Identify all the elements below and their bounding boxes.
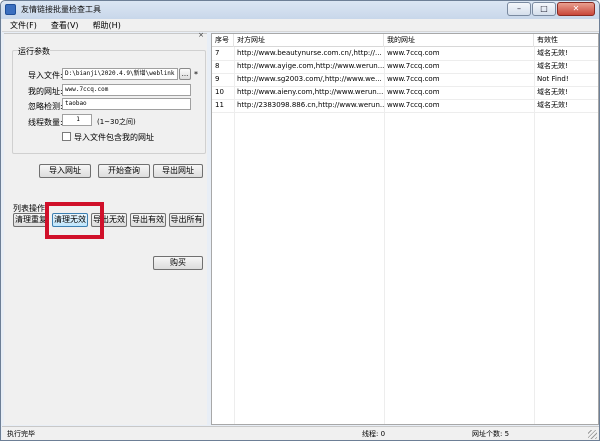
url-count: 网址个数: 5 [472, 430, 510, 438]
table-row[interactable]: 9 http://www.sg2003.com/,http://www.we..… [212, 73, 598, 86]
cell-their-url: http://www.beautynurse.com.cn/,http://..… [237, 49, 382, 57]
cell-num: 9 [215, 75, 220, 83]
status-bar: 执行完毕 线程: 0 网址个数: 5 [2, 426, 599, 440]
minimize-button[interactable]: – [507, 2, 531, 16]
cell-their-url: http://www.aieny.com,http://www.werun... [237, 88, 384, 96]
highlight-box [45, 202, 104, 239]
cell-num: 7 [215, 49, 220, 57]
window-title: 友情链接批量检查工具 [21, 5, 101, 14]
ignore-label: 忽略检测: [28, 102, 63, 111]
threads-hint: (1~30之间) [97, 118, 136, 126]
cell-num: 11 [215, 101, 224, 109]
export-urls-button[interactable]: 导出网址 [153, 164, 203, 178]
table-row[interactable]: 7 http://www.beautynurse.com.cn/,http://… [212, 47, 598, 60]
cell-my-url: www.7ccq.com [387, 62, 440, 70]
clear-duplicates-button[interactable]: 清理重复 [13, 213, 49, 227]
cell-status: 域名无效! [537, 49, 568, 57]
export-valid-button[interactable]: 导出有效 [130, 213, 166, 227]
row-divider [212, 112, 598, 113]
menu-view[interactable]: 查看(V) [51, 19, 79, 31]
col-status[interactable]: 有效性 [534, 34, 598, 47]
cell-my-url: www.7ccq.com [387, 75, 440, 83]
col-my-url[interactable]: 我的网址 [384, 34, 534, 47]
cell-my-url: www.7ccq.com [387, 101, 440, 109]
list-header: 序号 对方网址 我的网址 有效性 [212, 34, 598, 47]
threads-input[interactable]: 1 [62, 114, 92, 126]
import-file-input[interactable]: D:\bianji\2020.4.9\新增\weblink [62, 68, 178, 80]
cell-their-url: http://www.sg2003.com/,http://www.we... [237, 75, 382, 83]
panel-header: × [4, 31, 207, 40]
col-their-url[interactable]: 对方网址 [234, 34, 384, 47]
table-row[interactable]: 8 http://www.ayige.com,http://www.werun.… [212, 60, 598, 73]
import-urls-button[interactable]: 导入网址 [39, 164, 91, 178]
include-my-site-label: 导入文件包含我的网址 [74, 133, 154, 142]
table-row[interactable]: 11 http://2383098.886.cn,http://www.weru… [212, 99, 598, 112]
import-file-label: 导入文件: [28, 71, 63, 80]
caption-buttons: – □ ✕ [507, 2, 595, 16]
results-list[interactable]: 序号 对方网址 我的网址 有效性 7 http://www.beautynurs… [211, 33, 599, 425]
browse-button[interactable]: ... [179, 68, 191, 80]
cell-my-url: www.7ccq.com [387, 88, 440, 96]
title-bar[interactable]: 友情链接批量检查工具 – □ ✕ [1, 1, 599, 19]
cell-num: 8 [215, 62, 220, 70]
cell-their-url: http://www.ayige.com,http://www.werun... [237, 62, 384, 70]
close-button[interactable]: ✕ [557, 2, 595, 16]
ignore-input[interactable]: taobao [62, 98, 191, 110]
buy-button[interactable]: 购买 [153, 256, 203, 270]
col-num[interactable]: 序号 [212, 34, 234, 47]
status-text: 执行完毕 [7, 430, 35, 438]
menu-help[interactable]: 帮助(H) [93, 19, 121, 31]
app-icon [5, 4, 16, 15]
panel-close-icon[interactable]: × [198, 31, 204, 39]
my-site-label: 我的网址: [28, 87, 63, 96]
cell-status: Not Find! [537, 75, 569, 83]
resize-grip-icon[interactable] [588, 430, 597, 439]
thread-count: 线程: 0 [362, 430, 386, 438]
my-site-input[interactable]: www.7ccq.com [62, 84, 191, 96]
params-group-title: 运行参数 [18, 46, 50, 57]
cell-num: 10 [215, 88, 224, 96]
required-marker: * [194, 70, 198, 79]
maximize-button[interactable]: □ [532, 2, 556, 16]
menu-bar: 文件(F) 查看(V) 帮助(H) [2, 19, 599, 32]
menu-file[interactable]: 文件(F) [10, 19, 37, 31]
cell-my-url: www.7ccq.com [387, 49, 440, 57]
start-query-button[interactable]: 开始查询 [98, 164, 150, 178]
threads-label: 线程数量: [28, 118, 63, 127]
cell-their-url: http://2383098.886.cn,http://www.werun..… [237, 101, 384, 109]
cell-status: 域名无效! [537, 62, 568, 70]
app-window: 友情链接批量检查工具 – □ ✕ 文件(F) 查看(V) 帮助(H) × 运行参… [0, 0, 600, 441]
cell-status: 域名无效! [537, 101, 568, 109]
export-all-button[interactable]: 导出所有 [169, 213, 204, 227]
cell-status: 域名无效! [537, 88, 568, 96]
table-row[interactable]: 10 http://www.aieny.com,http://www.werun… [212, 86, 598, 99]
include-my-site-checkbox[interactable] [62, 132, 71, 141]
